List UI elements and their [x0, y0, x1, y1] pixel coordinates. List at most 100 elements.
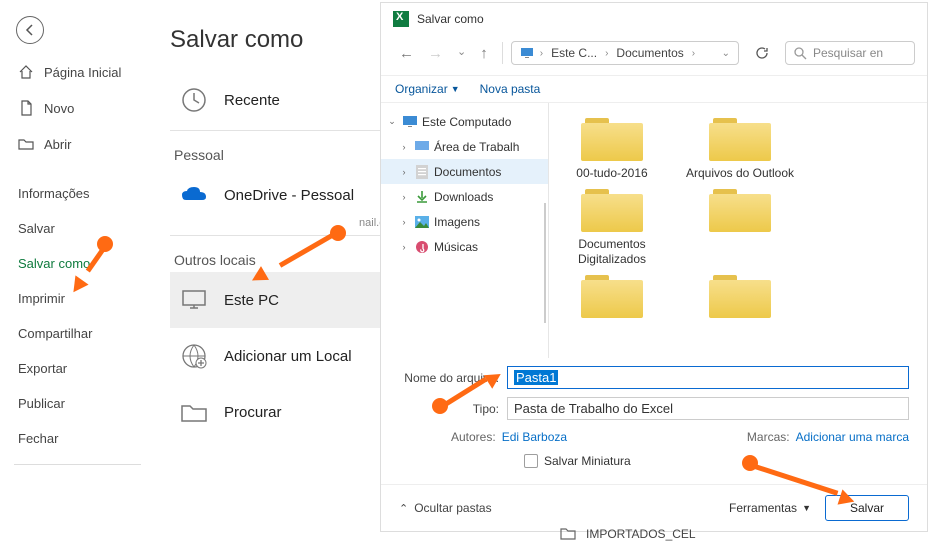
- chevron-right-icon: ›: [399, 167, 409, 177]
- save-button[interactable]: Salvar: [825, 495, 909, 521]
- sidebar-item-publish[interactable]: Publicar: [0, 386, 155, 421]
- chevron-right-icon: ›: [399, 242, 409, 252]
- sidebar-label: Informações: [18, 186, 90, 201]
- chevron-down-icon[interactable]: ⌄: [457, 45, 466, 62]
- pc-icon: [402, 114, 417, 129]
- nav-forward-icon[interactable]: →: [428, 45, 443, 62]
- location-label: Este PC: [224, 292, 279, 309]
- folder-icon: [707, 272, 773, 320]
- location-label: Procurar: [224, 404, 282, 421]
- sidebar-item-saveas[interactable]: Salvar como: [0, 246, 155, 281]
- location-thispc[interactable]: Este PC: [170, 272, 410, 328]
- saveas-panel: Salvar como Recente Pessoal OneDrive - P…: [170, 0, 410, 536]
- dialog-footer: ⌃ Ocultar pastas Ferramentas ▼ Salvar: [381, 484, 927, 531]
- path-box[interactable]: › Este C... › Documentos › ⌄: [511, 41, 739, 65]
- sidebar-item-home[interactable]: Página Inicial: [0, 54, 155, 90]
- hidefolders-button[interactable]: ⌃ Ocultar pastas: [399, 501, 492, 515]
- sidebar-label: Novo: [44, 101, 74, 116]
- folder-small-icon: [560, 527, 576, 541]
- folder-item[interactable]: Documentos Digitalizados: [553, 186, 671, 266]
- sidebar-label: Fechar: [18, 431, 58, 446]
- tree-label: Imagens: [434, 215, 480, 229]
- search-input[interactable]: Pesquisar en: [785, 41, 915, 65]
- folder-item[interactable]: [681, 186, 799, 266]
- sidebar-item-share[interactable]: Compartilhar: [0, 316, 155, 351]
- sidebar-item-export[interactable]: Exportar: [0, 351, 155, 386]
- folder-icon: [579, 186, 645, 234]
- location-browse[interactable]: Procurar: [170, 384, 410, 440]
- chevron-down-icon: ▼: [802, 503, 811, 513]
- folder-item[interactable]: Arquivos do Outlook: [681, 115, 799, 180]
- sidebar-label: Compartilhar: [18, 326, 92, 341]
- excel-icon: [393, 11, 409, 27]
- chevron-up-icon: ⌃: [399, 502, 408, 515]
- arrow-left-icon: [23, 23, 37, 37]
- sidebar-item-save[interactable]: Salvar: [0, 211, 155, 246]
- divider: [170, 130, 410, 131]
- pc-icon: [178, 284, 210, 316]
- scrollbar[interactable]: [544, 203, 546, 323]
- tree-node-pictures[interactable]: › Imagens: [381, 209, 548, 234]
- folder-icon: [178, 396, 210, 428]
- sidebar-label: Exportar: [18, 361, 67, 376]
- nav-back-icon[interactable]: ←: [399, 45, 414, 62]
- document-icon: [414, 164, 429, 179]
- sidebar-label: Página Inicial: [44, 65, 121, 80]
- page-title: Salvar como: [170, 0, 410, 72]
- folder-item[interactable]: [681, 272, 799, 337]
- location-recent[interactable]: Recente: [170, 72, 410, 128]
- dialog-fields: Nome do arquivo: Pasta1 Tipo: Pasta de T…: [381, 358, 927, 484]
- dialog-titlebar: Salvar como: [381, 3, 927, 35]
- sidebar-item-close[interactable]: Fechar: [0, 421, 155, 456]
- folder-item[interactable]: [553, 272, 671, 337]
- list-item[interactable]: IMPORTADOS_CEL: [560, 527, 696, 541]
- folder-item[interactable]: 00-tudo-2016: [553, 115, 671, 180]
- sidebar-item-print[interactable]: Imprimir: [0, 281, 155, 316]
- chevron-down-icon: ▼: [451, 84, 460, 94]
- tree-label: Documentos: [434, 165, 501, 179]
- dialog-navbar: ← → ⌄ ↑ › Este C... › Documentos › ⌄ Pes…: [381, 35, 927, 75]
- tree-node-desktop[interactable]: › Área de Trabalh: [381, 134, 548, 159]
- folder-icon: [579, 272, 645, 320]
- path-segment[interactable]: Este C...: [549, 46, 599, 60]
- chevron-right-icon: ›: [690, 48, 697, 59]
- tree-label: Este Computado: [422, 115, 511, 129]
- refresh-button[interactable]: [747, 46, 777, 60]
- tree-label: Downloads: [434, 190, 493, 204]
- sidebar-label: Salvar como: [18, 256, 90, 271]
- divider: [502, 42, 503, 64]
- location-label: Recente: [224, 92, 280, 109]
- desktop-icon: [414, 139, 429, 154]
- chevron-right-icon: ›: [603, 48, 610, 59]
- sidebar-item-new[interactable]: Novo: [0, 90, 155, 126]
- filetype-select[interactable]: Pasta de Trabalho do Excel: [507, 397, 909, 420]
- tree-label: Área de Trabalh: [434, 140, 519, 154]
- authors-label: Autores:: [399, 430, 496, 444]
- sidebar-label: Imprimir: [18, 291, 65, 306]
- tree-node-music[interactable]: › Músicas: [381, 234, 548, 259]
- download-icon: [414, 189, 429, 204]
- tree-node-downloads[interactable]: › Downloads: [381, 184, 548, 209]
- thumbnail-checkbox[interactable]: [524, 454, 538, 468]
- chevron-down-icon[interactable]: ⌄: [722, 48, 730, 59]
- location-addplace[interactable]: Adicionar um Local: [170, 328, 410, 384]
- back-button[interactable]: [16, 16, 44, 44]
- filename-input[interactable]: Pasta1: [507, 366, 909, 389]
- tools-dropdown[interactable]: Ferramentas ▼: [729, 501, 811, 515]
- nav-up-icon[interactable]: ↑: [480, 45, 488, 62]
- tags-value[interactable]: Adicionar uma marca: [796, 430, 909, 444]
- sidebar-label: Publicar: [18, 396, 65, 411]
- sidebar-item-open[interactable]: Abrir: [0, 126, 155, 162]
- path-segment[interactable]: Documentos: [614, 46, 685, 60]
- sidebar-item-info[interactable]: Informações: [0, 176, 155, 211]
- tree-node-documents[interactable]: › Documentos: [381, 159, 548, 184]
- organize-button[interactable]: Organizar ▼: [395, 82, 460, 96]
- authors-value[interactable]: Edi Barboza: [502, 430, 567, 444]
- folder-tree: ⌄ Este Computado › Área de Trabalh › Doc…: [381, 103, 549, 358]
- music-icon: [414, 239, 429, 254]
- dialog-toolbar: Organizar ▼ Nova pasta: [381, 75, 927, 103]
- divider: [14, 464, 141, 465]
- location-onedrive[interactable]: OneDrive - Pessoal: [170, 167, 410, 223]
- tree-root-thispc[interactable]: ⌄ Este Computado: [381, 109, 548, 134]
- newfolder-button[interactable]: Nova pasta: [480, 82, 541, 96]
